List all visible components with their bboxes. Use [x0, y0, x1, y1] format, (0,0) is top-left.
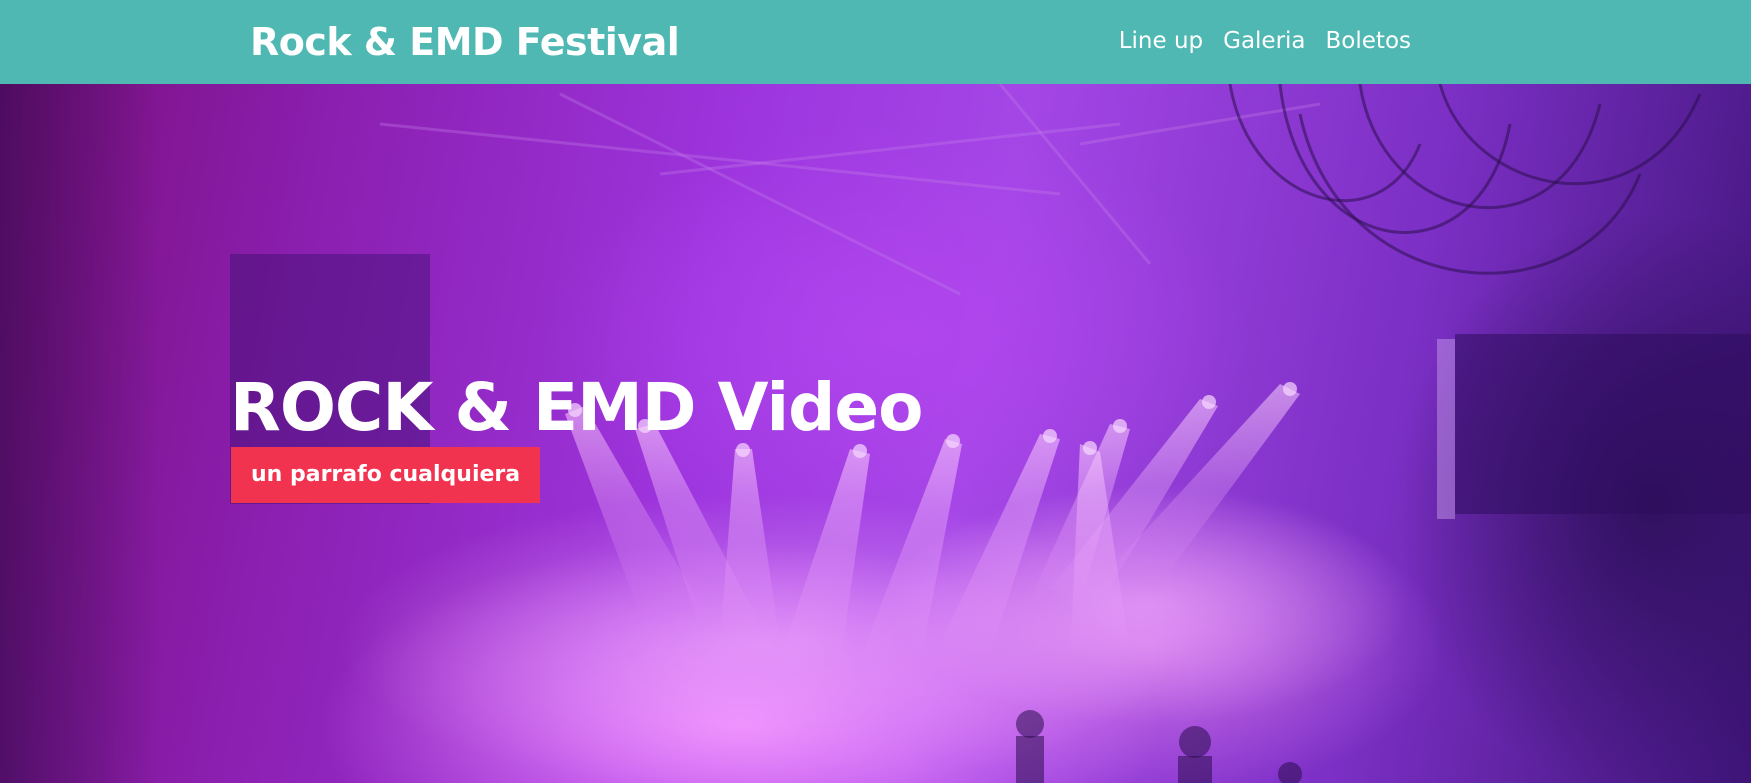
hero-tagline: un parrafo cualquiera: [231, 447, 541, 503]
hero-title: ROCK & EMD Video: [230, 369, 923, 446]
site-header: Rock & EMD Festival Line up Galeria Bole…: [0, 0, 1751, 84]
main-nav: Line up Galeria Boletos: [1119, 24, 1411, 58]
nav-link-galeria[interactable]: Galeria: [1223, 24, 1305, 58]
hero-video: ROCK & EMD Video un parrafo cualquiera: [0, 84, 1751, 783]
site-brand[interactable]: Rock & EMD Festival: [250, 18, 680, 66]
nav-link-boletos[interactable]: Boletos: [1326, 24, 1411, 58]
nav-link-line-up[interactable]: Line up: [1119, 24, 1203, 58]
